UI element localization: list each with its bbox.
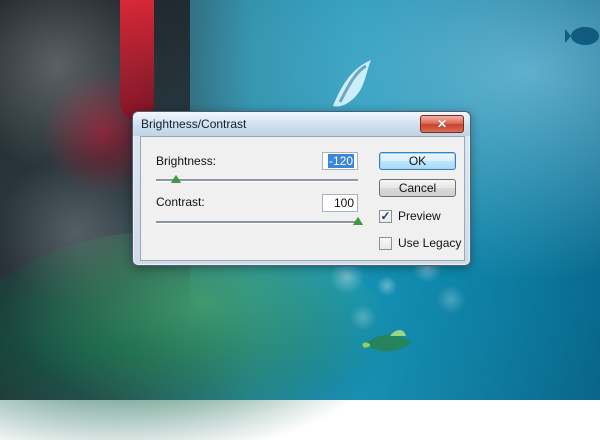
preview-option[interactable]: ✓ Preview [379, 208, 441, 224]
contrast-slider-track [156, 221, 358, 224]
dialog-title: Brightness/Contrast [141, 117, 247, 131]
fish-bottom [362, 330, 412, 352]
dialog-content: Brightness: -120 Contrast: 100 OK Cancel… [140, 136, 465, 261]
ok-button[interactable]: OK [379, 152, 456, 170]
close-icon: ✕ [436, 117, 448, 131]
preview-label: Preview [398, 209, 441, 223]
contrast-slider-thumb[interactable] [353, 217, 363, 225]
cancel-button[interactable]: Cancel [379, 179, 456, 197]
contrast-value: 100 [333, 196, 354, 210]
brightness-contrast-dialog: Brightness/Contrast ✕ Brightness: -120 C… [132, 111, 471, 266]
background-red-shape [120, 0, 154, 120]
preview-checkbox[interactable]: ✓ [379, 209, 392, 223]
close-button[interactable]: ✕ [420, 115, 464, 133]
use-legacy-label: Use Legacy [398, 236, 462, 250]
dialog-titlebar[interactable]: Brightness/Contrast ✕ [133, 112, 470, 136]
checkmark-icon: ✓ [380, 209, 391, 223]
brightness-slider[interactable] [156, 175, 358, 186]
contrast-label: Contrast: [156, 195, 205, 209]
contrast-input[interactable]: 100 [322, 194, 358, 212]
contrast-slider[interactable] [156, 217, 363, 228]
brightness-slider-thumb[interactable] [171, 175, 181, 183]
brightness-input[interactable]: -120 [322, 152, 358, 170]
fish-top [333, 60, 371, 107]
brightness-label: Brightness: [156, 154, 217, 168]
brightness-value: -120 [327, 154, 354, 168]
use-legacy-checkbox[interactable] [379, 236, 392, 250]
brightness-slider-track [156, 179, 358, 182]
use-legacy-option[interactable]: Use Legacy [379, 235, 461, 251]
fish-right [565, 27, 599, 45]
